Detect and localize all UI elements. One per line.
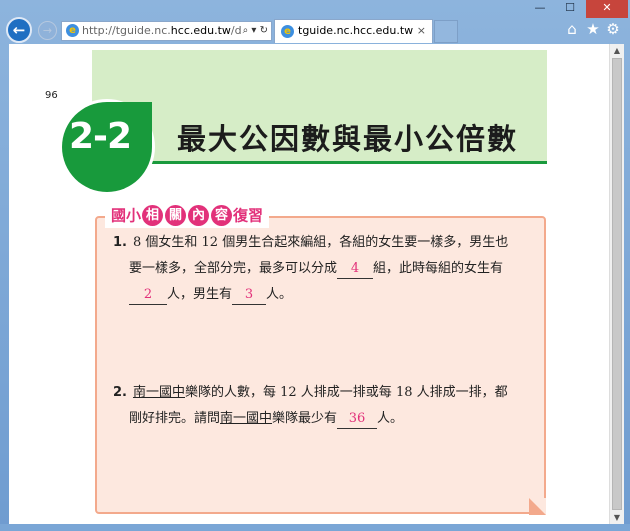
q1-answer-girls: 2 <box>129 286 167 305</box>
address-host: hcc.edu.tw <box>170 24 231 37</box>
minimize-button[interactable]: — <box>525 0 555 18</box>
q2-school-2: 南一國中 <box>220 411 273 426</box>
question-number: 1. <box>113 235 127 250</box>
section-number: 2-2 <box>69 116 132 157</box>
page-fold-corner <box>529 498 546 515</box>
q2-line2c: 人。 <box>377 411 404 426</box>
q2-line2b: 樂隊最少有 <box>272 411 338 426</box>
question-2: 2. 南一國中樂隊的人數，每 12 人排成一排或每 18 人排成一排，都 剛好排完… <box>113 380 508 432</box>
section-title: 最大公因數與最小公倍數 <box>177 122 519 156</box>
forward-button[interactable]: → <box>38 21 57 40</box>
window-bottom-edge <box>0 524 630 531</box>
q2-answer: 36 <box>337 410 378 429</box>
scroll-up-icon[interactable]: ▲ <box>612 46 622 55</box>
header-circle-3: 內 <box>188 205 210 226</box>
q1-answer-boys: 3 <box>232 286 267 305</box>
header-circle-2: 關 <box>165 205 187 226</box>
q1-line1: 8 個女生和 12 個男生合起來編組，各組的女生要一樣多，男生也 <box>132 235 509 250</box>
q1-answer-groups: 4 <box>337 260 374 279</box>
header-circle-1: 相 <box>142 205 164 226</box>
header-suffix: 復習 <box>233 206 264 225</box>
back-button[interactable]: ← <box>6 17 32 43</box>
close-window-button[interactable]: ✕ <box>586 0 628 18</box>
review-box-header: 國小相關內容復習 <box>105 204 270 228</box>
home-icon[interactable]: ⌂ <box>563 20 581 38</box>
q1-line2a: 要一樣多，全部分完，最多可以分成 <box>129 261 338 276</box>
page-viewport: 96 2-2 最大公因數與最小公倍數 國小相關內容復習 1. 8 個女生和 12 … <box>9 44 609 524</box>
q2-line1: 樂隊的人數，每 12 人排成一排或每 18 人排成一排，都 <box>185 385 508 400</box>
q1-line2b: 組，此時每組的女生有 <box>373 261 504 276</box>
tab-active[interactable]: e tguide.nc.hcc.edu.tw × <box>274 19 433 43</box>
q2-line2a: 剛好排完。請問 <box>129 411 221 426</box>
tab-close-icon[interactable]: × <box>417 20 426 42</box>
header-circle-4: 容 <box>211 205 233 226</box>
q1-line3b: 人。 <box>266 287 293 302</box>
ie-icon: e <box>66 24 79 37</box>
vertical-scrollbar[interactable]: ▲ ▼ <box>609 44 624 524</box>
q1-line3a: 人，男生有 <box>167 287 233 302</box>
question-number: 2. <box>113 385 127 400</box>
page-number: 96 <box>45 90 58 101</box>
scrollbar-thumb[interactable] <box>612 58 622 510</box>
maximize-button[interactable]: ☐ <box>555 0 585 18</box>
new-tab-button[interactable] <box>434 20 458 43</box>
ie-icon: e <box>281 25 294 38</box>
header-prefix: 國小 <box>111 206 142 225</box>
star-icon[interactable]: ★ <box>584 20 602 38</box>
scroll-down-icon[interactable]: ▼ <box>612 513 622 522</box>
address-tools[interactable]: ⌕ ▾ ↻ <box>240 22 268 40</box>
gear-icon[interactable]: ⚙ <box>604 20 622 38</box>
title-underline <box>92 161 547 164</box>
question-1: 1. 8 個女生和 12 個男生合起來編組，各組的女生要一樣多，男生也 要一樣多，… <box>113 230 508 308</box>
address-bar[interactable]: ehttp://tguide.nc.hcc.edu.tw/dem ⌕ ▾ ↻ <box>61 21 272 41</box>
address-prefix: http://tguide.nc. <box>82 24 171 37</box>
tab-title: tguide.nc.hcc.edu.tw <box>298 24 414 37</box>
q2-school: 南一國中 <box>132 385 185 400</box>
